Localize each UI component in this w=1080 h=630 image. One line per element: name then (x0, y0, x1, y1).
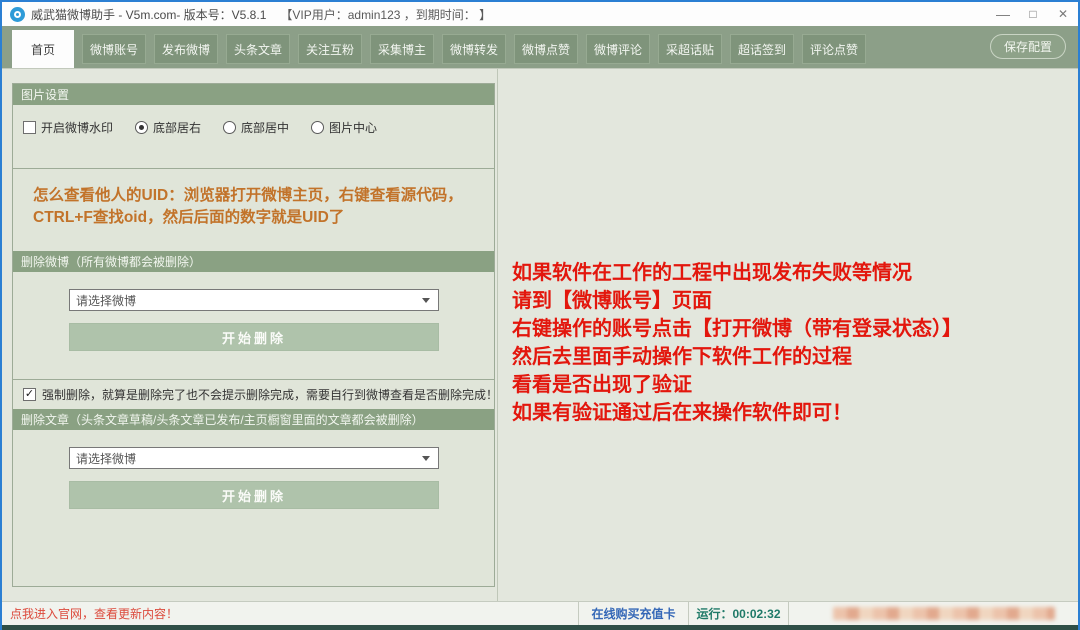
notice-line-2: 右键操作的账号点击【打开微博（带有登录状态）】 (512, 315, 962, 343)
tab-supertopic-post[interactable]: 采超话贴 (658, 34, 722, 64)
force-delete-checkbox-label: 强制删除，就算是删除完了也不会提示删除完成，需要自行到微博查看是否删除完成！ (42, 386, 498, 403)
delete-article-header: 删除文章（头条文章草稿/头条文章已发布/主页橱窗里面的文章都会被删除） (13, 409, 494, 430)
chevron-down-icon (422, 298, 430, 303)
tab-follow-mutual[interactable]: 关注互粉 (298, 34, 362, 64)
tab-toutiao-article[interactable]: 头条文章 (226, 34, 290, 64)
notice-line-1: 请到【微博账号】页面 (512, 287, 962, 315)
vertical-divider (497, 69, 498, 601)
buy-card-link[interactable]: 在线购买充值卡 (578, 602, 688, 625)
status-right-segment (788, 602, 1078, 625)
delete-weibo-select-value: 请选择微博 (76, 292, 136, 309)
redacted-text (833, 607, 1055, 620)
delete-weibo-start-button[interactable]: 开始删除 (69, 323, 439, 351)
tab-strip-items: 首页微博账号发布微博头条文章关注互粉采集博主微博转发微博点赞微博评论采超话贴超话… (12, 30, 874, 68)
radio-icon[interactable] (311, 121, 324, 134)
minimize-button[interactable]: — (988, 2, 1018, 26)
tab-post-weibo[interactable]: 发布微博 (154, 34, 218, 64)
uid-help-line-1: 怎么查看他人的UID：浏览器打开微博主页，右键查看源代码， (33, 185, 482, 207)
watermark-position-radio-1[interactable]: 底部居中 (223, 119, 289, 136)
window-bottom-edge (2, 625, 1078, 630)
tab-strip: 首页微博账号发布微博头条文章关注互粉采集博主微博转发微博点赞微博评论采超话贴超话… (2, 26, 1078, 68)
watermark-checkbox[interactable]: 开启微博水印 (23, 119, 113, 136)
notice-panel: 如果软件在工作的工程中出现发布失败等情况请到【微博账号】页面右键操作的账号点击【… (512, 259, 962, 427)
runtime-counter: 运行：00:02:32 (688, 602, 788, 625)
watermark-checkbox-box[interactable] (23, 121, 36, 134)
maximize-button[interactable]: □ (1018, 2, 1048, 26)
uid-help-text: 怎么查看他人的UID：浏览器打开微博主页，右键查看源代码， CTRL+F查找oi… (13, 169, 494, 229)
radio-label: 图片中心 (329, 119, 377, 136)
tab-collect-blogger[interactable]: 采集博主 (370, 34, 434, 64)
watermark-position-radio-0[interactable]: 底部居右 (135, 119, 201, 136)
radio-label: 底部居右 (153, 119, 201, 136)
force-delete-checkbox-box[interactable] (23, 388, 36, 401)
delete-weibo-select[interactable]: 请选择微博 (69, 289, 439, 311)
tab-weibo-account[interactable]: 微博账号 (82, 34, 146, 64)
chevron-down-icon (422, 456, 430, 461)
vip-user-info: 【VIP用户：admin123 ，到期时间： 】 (280, 6, 491, 23)
uid-help-line-2: CTRL+F查找oid，然后后面的数字就是UID了 (33, 207, 482, 229)
tab-weibo-repost[interactable]: 微博转发 (442, 34, 506, 64)
watermark-position-radios: 底部居右 底部居中 图片中心 (135, 119, 377, 136)
close-button[interactable]: ✕ (1048, 2, 1078, 26)
force-delete-checkbox[interactable]: 强制删除，就算是删除完了也不会提示删除完成，需要自行到微博查看是否删除完成！ (23, 386, 494, 403)
watermark-checkbox-label: 开启微博水印 (41, 119, 113, 136)
delete-article-start-button[interactable]: 开始删除 (69, 481, 439, 509)
save-config-button[interactable]: 保存配置 (990, 34, 1066, 59)
image-settings-row: 开启微博水印 底部居右 底部居中 图片中心 (13, 105, 494, 169)
main-content: 图片设置 开启微博水印 底部居右 底部居中 图片中心 怎么查看他人的UID：浏览器打… (2, 68, 1078, 601)
window-controls: — □ ✕ (988, 2, 1078, 26)
tab-weibo-like[interactable]: 微博点赞 (514, 34, 578, 64)
notice-line-4: 看看是否出现了验证 (512, 371, 962, 399)
section-separator (13, 379, 494, 380)
tab-home[interactable]: 首页 (12, 30, 74, 68)
delete-article-select[interactable]: 请选择微博 (69, 447, 439, 469)
radio-label: 底部居中 (241, 119, 289, 136)
window-title: 威武猫微博助手 - V5m.com- 版本号：V5.8.1 (31, 6, 266, 23)
notice-line-3: 然后去里面手动操作下软件工作的过程 (512, 343, 962, 371)
watermark-position-radio-2[interactable]: 图片中心 (311, 119, 377, 136)
app-icon (10, 7, 25, 22)
radio-icon[interactable] (223, 121, 236, 134)
app-window: 威武猫微博助手 - V5m.com- 版本号：V5.8.1 【VIP用户：adm… (0, 0, 1080, 630)
delete-weibo-header: 删除微博（所有微博都会被删除） (13, 251, 494, 272)
tab-supertopic-checkin[interactable]: 超话签到 (730, 34, 794, 64)
notice-line-0: 如果软件在工作的工程中出现发布失败等情况 (512, 259, 962, 287)
tab-comment-like[interactable]: 评论点赞 (802, 34, 866, 64)
status-bar: 点我进入官网，查看更新内容！ 在线购买充值卡 运行：00:02:32 (2, 601, 1078, 625)
delete-article-select-value: 请选择微博 (76, 450, 136, 467)
notice-line-5: 如果有验证通过后在来操作软件即可！ (512, 399, 962, 427)
tab-weibo-comment[interactable]: 微博评论 (586, 34, 650, 64)
image-settings-header: 图片设置 (13, 84, 494, 105)
title-bar: 威武猫微博助手 - V5m.com- 版本号：V5.8.1 【VIP用户：adm… (2, 2, 1078, 26)
official-site-link[interactable]: 点我进入官网，查看更新内容！ (2, 602, 578, 625)
settings-panel: 图片设置 开启微博水印 底部居右 底部居中 图片中心 怎么查看他人的UID：浏览器打… (12, 83, 495, 587)
radio-icon[interactable] (135, 121, 148, 134)
